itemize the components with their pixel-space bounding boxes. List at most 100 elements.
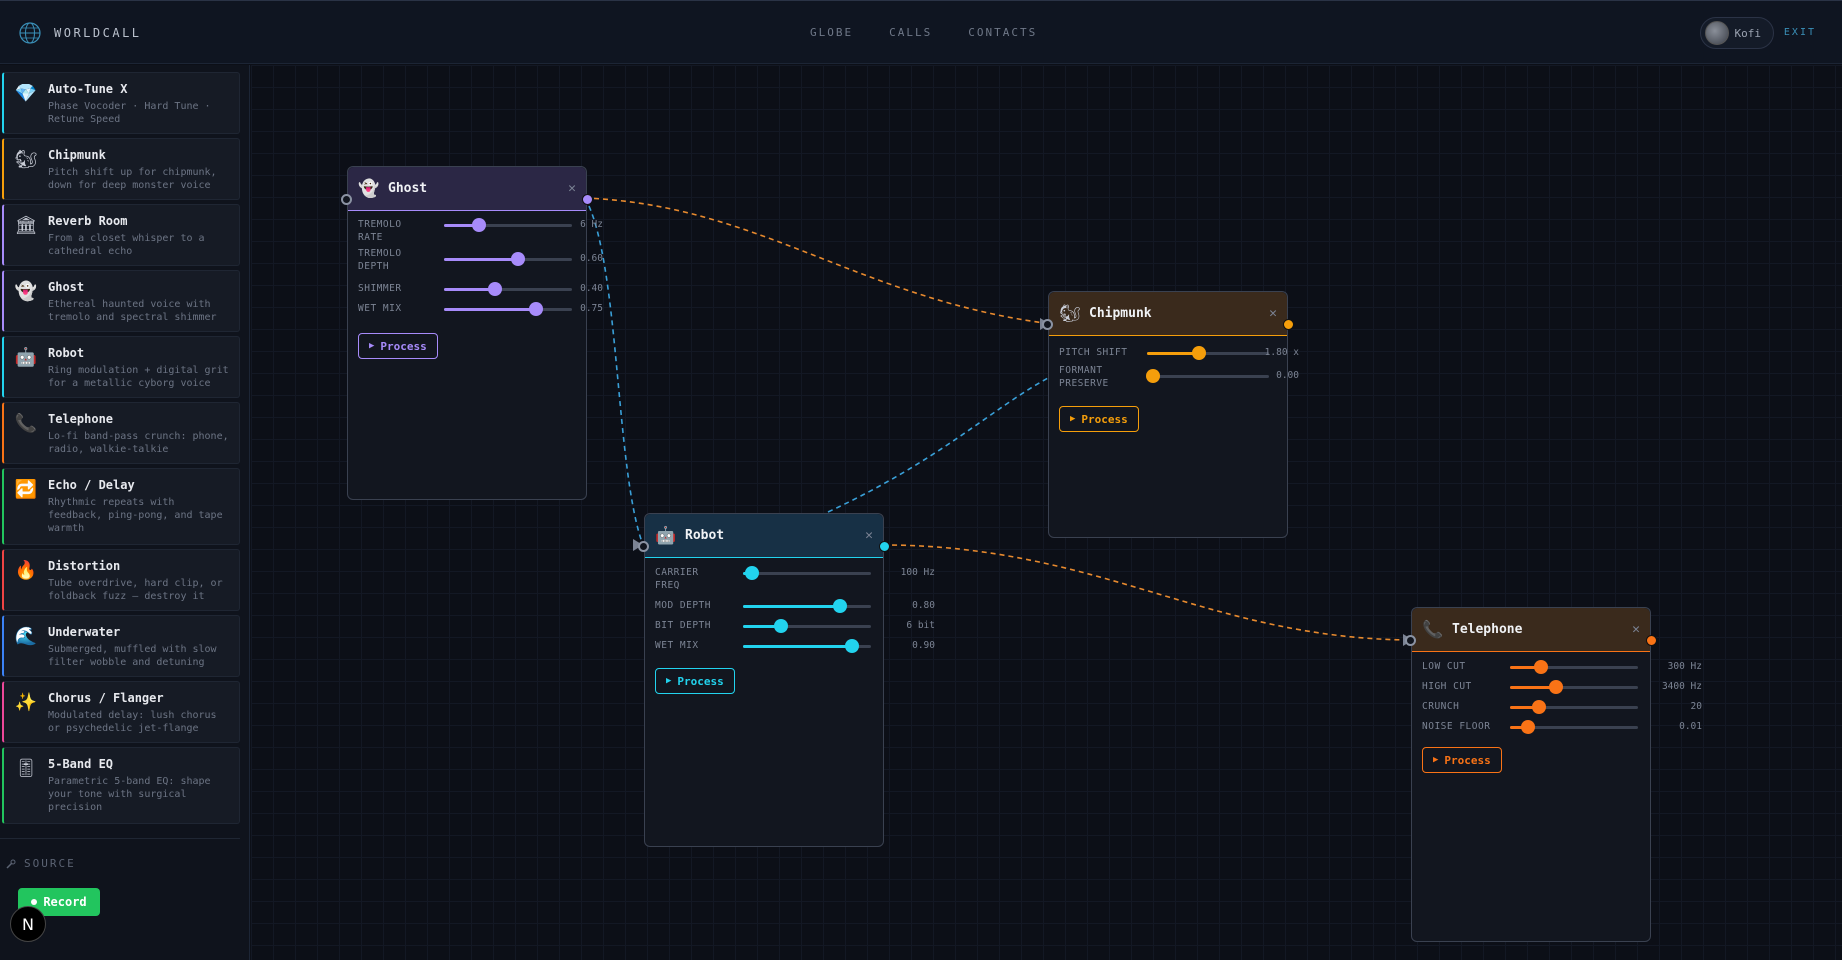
user-chip[interactable]: Kofi [1699,17,1774,49]
param-row: LOW CUT 300 Hz [1422,660,1702,681]
sidebar-effect-item[interactable]: 🏛 Reverb Room From a closet whisper to a c… [2,204,240,266]
param-slider[interactable] [1510,720,1638,734]
param-value: 1.80 x [1264,347,1299,358]
slider-knob[interactable] [1146,369,1161,383]
input-port[interactable] [1042,319,1053,330]
slider-knob[interactable] [529,302,544,316]
sidebar-effect-item[interactable]: 🐿 Chipmunk Pitch shift up for chipmunk, do… [2,138,240,200]
input-port[interactable] [341,194,352,205]
effect-description: Parametric 5-band EQ: shape your tone wi… [48,776,211,813]
close-icon[interactable]: ✕ [865,528,873,543]
exit-button[interactable]: EXIT [1784,27,1816,38]
nav-globe[interactable]: GLOBE [810,26,853,39]
process-button[interactable]: ▶ Process [655,668,735,694]
param-label: LOW CUT [1422,661,1466,672]
process-button[interactable]: ▶ Process [358,333,438,359]
param-value: 0.40 [580,283,603,294]
nav-contacts[interactable]: CONTACTS [968,26,1037,39]
param-slider[interactable] [743,639,871,653]
node-header[interactable]: 📞 Telephone ✕ [1412,608,1650,652]
param-slider[interactable] [743,566,871,580]
slider-knob[interactable] [833,599,848,613]
slider-knob[interactable] [844,639,859,653]
slider-knob[interactable] [1549,680,1564,694]
output-port[interactable] [879,541,890,552]
param-value: 3400 Hz [1661,681,1702,692]
phone-icon: 📞 [1422,619,1444,640]
param-value: 0.80 [912,600,935,611]
play-icon: ▶ [666,676,672,686]
param-slider[interactable] [743,599,871,613]
param-slider[interactable] [743,619,871,633]
close-icon[interactable]: ✕ [1632,622,1640,637]
slider-knob[interactable] [471,218,486,232]
slider-knob[interactable] [1533,660,1548,674]
sidebar-effect-item[interactable]: 🎚 5-Band EQ Parametric 5-band EQ: shape yo… [2,747,240,824]
input-port[interactable] [638,541,649,552]
close-icon[interactable]: ✕ [1269,306,1277,321]
sidebar-effect-item[interactable]: 🤖 Robot Ring modulation + digital grit for… [2,336,240,398]
output-port[interactable] [582,194,593,205]
node-robot[interactable]: 🤖 Robot ✕ CARRIER FREQ 100 Hz MOD DEPTH 0.8… [638,513,935,847]
sidebar-effect-item[interactable]: 🔁 Echo / Delay Rhythmic repeats with feedb… [2,468,240,545]
n-badge-icon[interactable]: N [10,906,46,942]
main-nav: GLOBE CALLS CONTACTS [810,26,1037,39]
user-name: Kofi [1734,26,1762,40]
effect-description: Lo-fi band-pass crunch: phone, radio, wa… [48,431,229,455]
param-label: HIGH CUT [1422,681,1472,692]
sidebar-effect-item[interactable]: 🔥 Distortion Tube overdrive, hard clip, or… [2,549,240,611]
effect-description: Pitch shift up for chipmunk, down for de… [48,167,217,191]
output-port[interactable] [1646,635,1657,646]
effect-title: Ghost [48,280,85,294]
nav-calls[interactable]: CALLS [889,26,932,39]
node-telephone[interactable]: 📞 Telephone ✕ LOW CUT 300 Hz HIGH CUT 3400 … [1405,607,1702,942]
param-slider[interactable] [1510,660,1638,674]
slider-knob[interactable] [511,252,526,266]
node-header[interactable]: 🐿 Chipmunk ✕ [1049,292,1287,336]
process-label: Process [1444,753,1491,767]
sidebar-effect-item[interactable]: ✨ Chorus / Flanger Modulated delay: lush c… [2,681,240,743]
effect-title: 5-Band EQ [48,757,114,771]
slider-knob[interactable] [1192,346,1207,360]
param-slider[interactable] [1510,700,1638,714]
input-port[interactable] [1405,635,1416,646]
slider-knob[interactable] [744,566,759,580]
output-port[interactable] [1283,319,1294,330]
record-dot-icon [31,899,38,905]
effect-description: Rhythmic repeats with feedback, ping-pon… [48,497,223,534]
sidebar-effect-item[interactable]: 🌊 Underwater Submerged, muffled with slow … [2,615,240,677]
param-slider[interactable] [1510,680,1638,694]
brand[interactable]: WORLDCALL [18,21,142,45]
close-icon[interactable]: ✕ [568,181,576,196]
process-button[interactable]: ▶ Process [1059,406,1139,432]
param-value: 6 bit [906,620,935,631]
process-button[interactable]: ▶ Process [1422,747,1502,773]
effect-description: Ring modulation + digital grit for a met… [48,365,229,389]
source-label: SOURCE [24,857,76,870]
param-label: WET MIX [358,303,402,314]
slider-knob[interactable] [1532,700,1547,714]
node-header[interactable]: 👻 Ghost ✕ [348,167,586,211]
slider-knob[interactable] [1520,720,1535,734]
source-section-label: SOURCE [6,857,76,870]
play-icon: ▶ [1433,755,1439,765]
effect-icon: 🤖 [14,347,38,368]
param-label: TREMOLO DEPTH [358,248,402,272]
param-value: 100 Hz [900,567,935,578]
param-label: TREMOLO RATE [358,219,402,243]
slider-knob[interactable] [488,282,503,296]
node-title: Telephone [1452,622,1523,637]
node-header[interactable]: 🤖 Robot ✕ [645,514,883,558]
sidebar-effect-item[interactable]: 👻 Ghost Ethereal haunted voice with tremol… [2,270,240,332]
node-ghost[interactable]: 👻 Ghost ✕ TREMOLO RATE 6 Hz TREMOLO DEPTH 0… [341,166,603,500]
slider-knob[interactable] [774,619,789,633]
effect-title: Distortion [48,559,121,573]
param-label: PITCH SHIFT [1059,347,1128,358]
node-title: Ghost [388,181,428,196]
param-value: 0.90 [912,640,935,651]
sidebar-effect-item[interactable]: 💎 Auto-Tune X Phase Vocoder · Hard Tune · … [2,72,240,134]
sidebar-effect-item[interactable]: 📞 Telephone Lo-fi band-pass crunch: phone,… [2,402,240,464]
node-chipmunk[interactable]: 🐿 Chipmunk ✕ PITCH SHIFT 1.80 x FORMANT PR… [1042,291,1299,538]
robot-icon: 🤖 [655,525,677,546]
slider-fill [743,645,852,648]
